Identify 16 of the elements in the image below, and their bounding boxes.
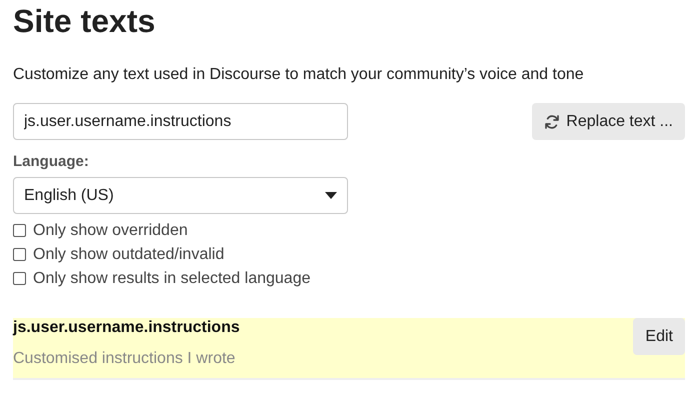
checkbox[interactable] <box>13 248 26 261</box>
text-key: js.user.username.instructions <box>13 318 240 338</box>
checkbox-label: Only show overridden <box>33 221 188 240</box>
page-title: Site texts <box>13 2 156 41</box>
edit-button[interactable]: Edit <box>633 318 685 355</box>
checkbox-label: Only show outdated/invalid <box>33 245 224 264</box>
text-value: Customised instructions I wrote <box>13 349 236 369</box>
language-select[interactable]: English (US) <box>13 177 348 214</box>
page-description: Customize any text used in Discourse to match your community’s voice and tone <box>13 65 585 85</box>
refresh-icon <box>544 114 560 130</box>
checkbox[interactable] <box>13 224 26 237</box>
checkbox[interactable] <box>13 272 26 285</box>
replace-text-button[interactable]: Replace text ... <box>532 103 685 140</box>
caret-icon <box>325 192 337 199</box>
language-label: Language: <box>13 152 90 172</box>
checkbox-label: Only show results in selected language <box>33 269 310 288</box>
